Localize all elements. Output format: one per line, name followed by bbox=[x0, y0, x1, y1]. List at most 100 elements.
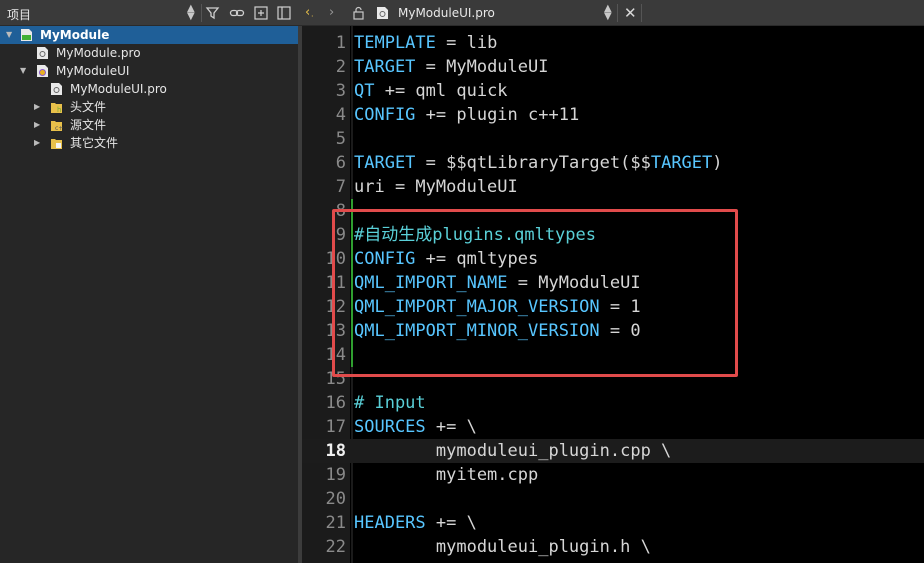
code-line[interactable]: 16 # Input bbox=[302, 391, 924, 415]
code-text[interactable]: QML_IMPORT_MAJOR_VERSION = 1 bbox=[354, 295, 641, 319]
expand-arrow-icon[interactable]: ▼ bbox=[6, 26, 16, 44]
line-number[interactable]: 18 bbox=[302, 439, 346, 463]
line-number[interactable]: 8 bbox=[302, 199, 346, 223]
split-add-icon[interactable] bbox=[253, 5, 269, 21]
tree-item-mymoduleui-pro[interactable]: MyModuleUI.pro bbox=[0, 80, 298, 98]
code-line[interactable]: 18 mymoduleui_plugin.cpp \ bbox=[302, 439, 924, 463]
line-number[interactable]: 20 bbox=[302, 487, 346, 511]
code-text[interactable]: QML_IMPORT_MINOR_VERSION = 0 bbox=[354, 319, 641, 343]
code-line[interactable]: 22 mymoduleui_plugin.h \ bbox=[302, 535, 924, 559]
tree-item-label: 其它文件 bbox=[70, 136, 119, 150]
code-line[interactable]: 4 CONFIG += plugin c++11 bbox=[302, 103, 924, 127]
code-text[interactable]: TARGET = MyModuleUI bbox=[354, 55, 548, 79]
tree-item-mymodule-pro[interactable]: MyModule.pro bbox=[0, 44, 298, 62]
line-number[interactable]: 21 bbox=[302, 511, 346, 535]
code-line[interactable]: 5 bbox=[302, 127, 924, 151]
line-number[interactable]: 12 bbox=[302, 295, 346, 319]
line-number[interactable]: 4 bbox=[302, 103, 346, 127]
code-line[interactable]: 7 uri = MyModuleUI bbox=[302, 175, 924, 199]
tree-item-sources[interactable]: ▶ c+ 源文件 bbox=[0, 116, 298, 134]
tree-item-other-files[interactable]: ▶ 其它文件 bbox=[0, 134, 298, 152]
line-number[interactable]: 15 bbox=[302, 367, 346, 391]
navigate-back-dot-icon: · bbox=[311, 12, 314, 21]
code-line[interactable]: 19 myitem.cpp bbox=[302, 463, 924, 487]
line-number[interactable]: 9 bbox=[302, 223, 346, 247]
modified-line-marker bbox=[351, 343, 353, 367]
code-text[interactable]: TEMPLATE = lib bbox=[354, 31, 497, 55]
code-line[interactable]: 6 TARGET = $$qtLibraryTarget($$TARGET) bbox=[302, 151, 924, 175]
other-folder-icon bbox=[51, 139, 62, 149]
code-line[interactable]: 9 #自动生成plugins.qmltypes bbox=[302, 223, 924, 247]
pro-file-icon bbox=[37, 47, 48, 59]
code-line[interactable]: 20 bbox=[302, 487, 924, 511]
collapsed-arrow-icon[interactable]: ▶ bbox=[34, 116, 44, 134]
modified-line-marker bbox=[351, 247, 353, 271]
line-number[interactable]: 3 bbox=[302, 79, 346, 103]
code-editor[interactable]: 1 TEMPLATE = lib 2 TARGET = MyModuleUI 3 QT +… bbox=[302, 26, 924, 563]
line-number[interactable]: 5 bbox=[302, 127, 346, 151]
tree-item-label: 头文件 bbox=[70, 100, 107, 114]
line-number[interactable]: 13 bbox=[302, 319, 346, 343]
code-text[interactable]: QML_IMPORT_NAME = MyModuleUI bbox=[354, 271, 641, 295]
line-number[interactable]: 14 bbox=[302, 343, 346, 367]
code-text[interactable]: CONFIG += plugin c++11 bbox=[354, 103, 579, 127]
code-line[interactable]: 12 QML_IMPORT_MAJOR_VERSION = 1 bbox=[302, 295, 924, 319]
tree-item-mymoduleui[interactable]: ▼ MyModuleUI bbox=[0, 62, 298, 80]
open-file-selector[interactable]: MyModuleUI.pro bbox=[398, 6, 495, 20]
line-number[interactable]: 2 bbox=[302, 55, 346, 79]
collapsed-arrow-icon[interactable]: ▶ bbox=[34, 98, 44, 116]
line-number[interactable]: 7 bbox=[302, 175, 346, 199]
file-selector-arrows-icon[interactable]: ▲ ▼ bbox=[604, 4, 612, 22]
code-text[interactable]: myitem.cpp bbox=[354, 463, 538, 487]
code-text[interactable]: # Input bbox=[354, 391, 426, 415]
code-line[interactable]: 10 CONFIG += qmltypes bbox=[302, 247, 924, 271]
code-text[interactable]: mymoduleui_plugin.cpp \ bbox=[354, 439, 671, 463]
plugin-project-icon bbox=[37, 65, 48, 77]
link-icon[interactable] bbox=[229, 5, 245, 21]
tree-item-headers[interactable]: ▶ h 头文件 bbox=[0, 98, 298, 116]
code-text[interactable]: #自动生成plugins.qmltypes bbox=[354, 223, 596, 247]
line-number[interactable]: 11 bbox=[302, 271, 346, 295]
code-text[interactable]: mymoduleui_plugin.h \ bbox=[354, 535, 651, 559]
filter-icon[interactable] bbox=[205, 5, 221, 21]
view-selector-arrows-icon[interactable]: ▲ ▼ bbox=[187, 4, 195, 22]
code-text[interactable]: SOURCES += \ bbox=[354, 415, 477, 439]
qt-project-icon bbox=[21, 29, 32, 41]
line-number[interactable]: 16 bbox=[302, 391, 346, 415]
code-line[interactable]: 8 bbox=[302, 199, 924, 223]
line-number[interactable]: 10 bbox=[302, 247, 346, 271]
project-panel-toolbar: 项目 ▲ ▼ bbox=[0, 0, 298, 26]
lock-icon[interactable] bbox=[352, 6, 365, 20]
tree-item-mymodule[interactable]: ▼ MyModule bbox=[0, 26, 298, 44]
project-panel-title[interactable]: 项目 bbox=[7, 6, 31, 23]
code-line[interactable]: 3 QT += qml quick bbox=[302, 79, 924, 103]
code-line[interactable]: 14 bbox=[302, 343, 924, 367]
code-text[interactable]: QT += qml quick bbox=[354, 79, 508, 103]
close-sidebar-icon[interactable] bbox=[276, 5, 292, 21]
close-file-icon[interactable]: ✕ bbox=[624, 5, 637, 21]
code-line[interactable]: 17 SOURCES += \ bbox=[302, 415, 924, 439]
code-text[interactable]: HEADERS += \ bbox=[354, 511, 477, 535]
toolbar-divider bbox=[641, 4, 642, 22]
navigate-back-icon[interactable]: ‹ bbox=[305, 5, 310, 21]
line-number[interactable]: 17 bbox=[302, 415, 346, 439]
line-number[interactable]: 19 bbox=[302, 463, 346, 487]
line-number[interactable]: 1 bbox=[302, 31, 346, 55]
code-line[interactable]: 21 HEADERS += \ bbox=[302, 511, 924, 535]
tree-item-label: MyModuleUI.pro bbox=[70, 82, 167, 96]
code-line[interactable]: 15 bbox=[302, 367, 924, 391]
code-line[interactable]: 11 QML_IMPORT_NAME = MyModuleUI bbox=[302, 271, 924, 295]
navigate-forward-icon[interactable]: › bbox=[329, 5, 334, 21]
code-line[interactable]: 13 QML_IMPORT_MINOR_VERSION = 0 bbox=[302, 319, 924, 343]
line-number[interactable]: 6 bbox=[302, 151, 346, 175]
tree-item-label: MyModule bbox=[40, 28, 110, 42]
code-text[interactable]: CONFIG += qmltypes bbox=[354, 247, 538, 271]
expand-arrow-icon[interactable]: ▼ bbox=[20, 62, 30, 80]
code-line[interactable]: 1 TEMPLATE = lib bbox=[302, 31, 924, 55]
code-text[interactable]: TARGET = $$qtLibraryTarget($$TARGET) bbox=[354, 151, 723, 175]
code-line[interactable]: 2 TARGET = MyModuleUI bbox=[302, 55, 924, 79]
code-text[interactable]: uri = MyModuleUI bbox=[354, 175, 518, 199]
collapsed-arrow-icon[interactable]: ▶ bbox=[34, 134, 44, 152]
line-number[interactable]: 22 bbox=[302, 535, 346, 559]
pro-file-icon bbox=[377, 7, 388, 19]
